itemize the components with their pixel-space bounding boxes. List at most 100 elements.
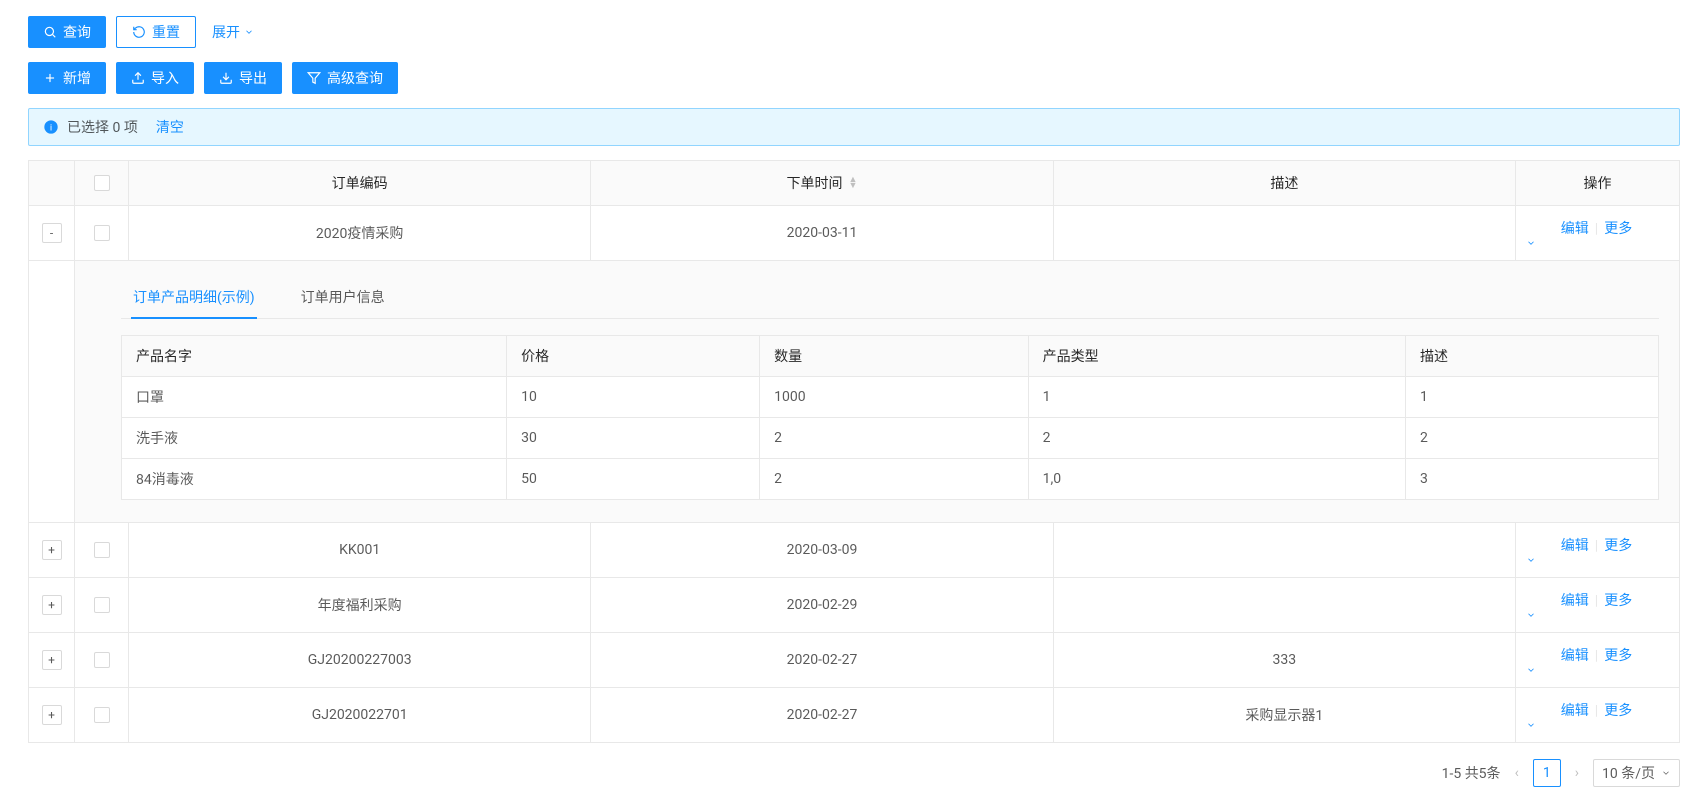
upload-icon (131, 71, 145, 85)
svg-text:i: i (50, 122, 52, 132)
cell-order-time: 2020-02-27 (591, 633, 1053, 688)
row-expand-button[interactable]: + (42, 540, 62, 560)
search-button-label: 查询 (63, 22, 91, 42)
table-row: + KK0012020-03-09 编辑|更多 (29, 523, 1680, 578)
pagination-prev-button[interactable]: ‹ (1511, 765, 1523, 781)
row-actions: 编辑|更多 (1516, 578, 1680, 633)
row-expand-button[interactable]: + (42, 595, 62, 615)
cell-description: 333 (1053, 633, 1515, 688)
detail-header-desc: 描述 (1405, 336, 1658, 377)
detail-row: 84消毒液5021,03 (122, 459, 1659, 500)
plus-icon (43, 71, 57, 85)
detail-tab-1[interactable]: 订单用户信息 (299, 277, 387, 318)
edit-link[interactable]: 编辑 (1561, 538, 1589, 554)
cell-description: 采购显示器1 (1053, 688, 1515, 743)
detail-header-qty: 数量 (760, 336, 1029, 377)
detail-header-name: 产品名字 (122, 336, 507, 377)
header-order-time[interactable]: 下单时间 ▲▼ (591, 161, 1053, 206)
header-expand (29, 161, 75, 206)
advanced-query-button-label: 高级查询 (327, 68, 383, 88)
row-actions: 编辑|更多 (1516, 206, 1680, 261)
sort-icon[interactable]: ▲▼ (849, 177, 858, 189)
clear-selection-button[interactable]: 清空 (156, 117, 184, 137)
cell-order-code: 2020疫情采购 (129, 206, 591, 261)
detail-tabs: 订单产品明细(示例) 订单用户信息 (121, 277, 1659, 319)
row-expand-button[interactable]: + (42, 705, 62, 725)
selection-text: 已选择 0 项 (67, 117, 138, 137)
advanced-query-button[interactable]: 高级查询 (292, 62, 398, 94)
selection-alert: i 已选择 0 项 清空 (28, 108, 1680, 146)
add-button-label: 新增 (63, 68, 91, 88)
import-button[interactable]: 导入 (116, 62, 194, 94)
table-row: - 2020疫情采购2020-03-11 编辑|更多 (29, 206, 1680, 261)
pagination: 1-5 共5条 ‹ 1 › 10 条/页 (28, 759, 1680, 787)
search-toolbar: 查询 重置 展开 (28, 16, 1680, 48)
edit-link[interactable]: 编辑 (1561, 593, 1589, 609)
header-select-all (75, 161, 129, 206)
chevron-down-icon (244, 27, 254, 37)
table-row: + GJ202002270032020-02-27333编辑|更多 (29, 633, 1680, 688)
cell-order-time: 2020-03-11 (591, 206, 1053, 261)
detail-tab-0[interactable]: 订单产品明细(示例) (131, 277, 257, 319)
pagination-next-button[interactable]: › (1571, 765, 1583, 781)
row-select-checkbox[interactable] (94, 652, 110, 668)
header-actions: 操作 (1516, 161, 1680, 206)
row-expand-button[interactable]: - (42, 223, 62, 243)
row-select-checkbox[interactable] (94, 597, 110, 613)
detail-row: 口罩10100011 (122, 377, 1659, 418)
edit-link[interactable]: 编辑 (1561, 703, 1589, 719)
search-icon (43, 25, 57, 39)
detail-header-type: 产品类型 (1028, 336, 1405, 377)
row-actions: 编辑|更多 (1516, 688, 1680, 743)
row-select-checkbox[interactable] (94, 707, 110, 723)
detail-header-price: 价格 (507, 336, 760, 377)
header-description[interactable]: 描述 (1053, 161, 1515, 206)
pagination-page-1[interactable]: 1 (1533, 759, 1561, 787)
cell-order-time: 2020-03-09 (591, 523, 1053, 578)
cell-description (1053, 206, 1515, 261)
chevron-down-icon (1526, 610, 1669, 620)
table-row: + 年度福利采购2020-02-29 编辑|更多 (29, 578, 1680, 633)
row-actions: 编辑|更多 (1516, 523, 1680, 578)
cell-order-code: GJ20200227003 (129, 633, 591, 688)
export-button[interactable]: 导出 (204, 62, 282, 94)
expand-toggle-label: 展开 (212, 22, 240, 42)
chevron-down-icon (1526, 238, 1669, 248)
info-icon: i (43, 119, 59, 135)
row-expand-button[interactable]: + (42, 650, 62, 670)
cell-order-time: 2020-02-27 (591, 688, 1053, 743)
action-toolbar: 新增 导入 导出 高级查询 (28, 62, 1680, 94)
edit-link[interactable]: 编辑 (1561, 221, 1589, 237)
expanded-row: 订单产品明细(示例) 订单用户信息产品名字价格数量产品类型描述口罩10100011… (29, 261, 1680, 523)
detail-row: 洗手液30222 (122, 418, 1659, 459)
cell-description (1053, 578, 1515, 633)
expand-toggle-button[interactable]: 展开 (206, 22, 260, 42)
chevron-down-icon (1526, 720, 1669, 730)
row-select-checkbox[interactable] (94, 225, 110, 241)
cell-order-code: KK001 (129, 523, 591, 578)
chevron-down-icon (1526, 555, 1669, 565)
download-icon (219, 71, 233, 85)
export-button-label: 导出 (239, 68, 267, 88)
page-size-select[interactable]: 10 条/页 (1593, 759, 1680, 787)
filter-icon (307, 71, 321, 85)
row-actions: 编辑|更多 (1516, 633, 1680, 688)
edit-link[interactable]: 编辑 (1561, 648, 1589, 664)
table-row: + GJ20200227012020-02-27采购显示器1编辑|更多 (29, 688, 1680, 743)
header-order-code[interactable]: 订单编码 (129, 161, 591, 206)
reset-icon (132, 25, 146, 39)
pagination-range: 1-5 共5条 (1442, 763, 1501, 783)
import-button-label: 导入 (151, 68, 179, 88)
select-all-checkbox[interactable] (94, 175, 110, 191)
table-header-row: 订单编码 下单时间 ▲▼ 描述 操作 (29, 161, 1680, 206)
chevron-down-icon (1526, 665, 1669, 675)
cell-order-time: 2020-02-29 (591, 578, 1053, 633)
cell-order-code: GJ2020022701 (129, 688, 591, 743)
search-button[interactable]: 查询 (28, 16, 106, 48)
cell-order-code: 年度福利采购 (129, 578, 591, 633)
row-select-checkbox[interactable] (94, 542, 110, 558)
detail-table: 产品名字价格数量产品类型描述口罩10100011洗手液3022284消毒液502… (121, 335, 1659, 500)
expanded-content: 订单产品明细(示例) 订单用户信息产品名字价格数量产品类型描述口罩10100011… (75, 261, 1680, 523)
add-button[interactable]: 新增 (28, 62, 106, 94)
reset-button[interactable]: 重置 (116, 16, 196, 48)
